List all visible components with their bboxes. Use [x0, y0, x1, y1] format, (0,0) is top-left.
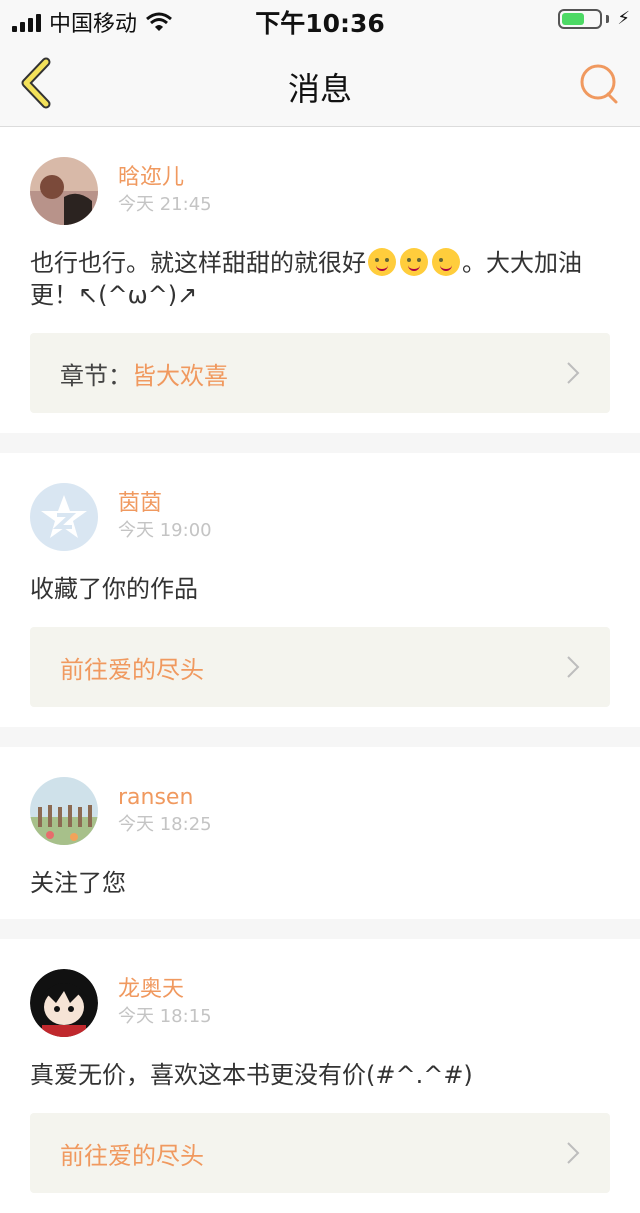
- message-content: 关注了您: [30, 869, 126, 897]
- avatar[interactable]: [30, 157, 98, 225]
- link-prefix: 章节：: [60, 361, 132, 390]
- message-card: ransen 今天 18:25 关注了您: [0, 747, 640, 919]
- message-content: 收藏了你的作品: [30, 575, 198, 603]
- link-text: 前往爱的尽头: [60, 1141, 204, 1170]
- battery-icon: [558, 8, 603, 29]
- page-title: 消息: [287, 70, 352, 108]
- message-card: 晗迩儿 今天 21:45 也行也行。就这样甜甜的就很好 。大大加油更！↖(^ω^)…: [0, 127, 640, 433]
- username[interactable]: ransen: [118, 784, 212, 812]
- chevron-right-icon: [567, 656, 580, 678]
- username[interactable]: 茵茵: [118, 490, 212, 518]
- charging-icon: ⚡: [617, 8, 630, 29]
- avatar[interactable]: [30, 483, 98, 551]
- link-text: 前往爱的尽头: [60, 655, 204, 684]
- message-content: 真爱无价，喜欢这本书更没有价(#^.^#): [30, 1061, 473, 1089]
- username[interactable]: 晗迩儿: [118, 164, 212, 192]
- timestamp: 今天 21:45: [118, 194, 212, 215]
- status-bar: 中国移动 下午10:36 ⚡: [0, 0, 640, 40]
- search-icon[interactable]: [578, 62, 622, 106]
- work-link[interactable]: 前往爱的尽头: [30, 627, 610, 707]
- timestamp: 今天 19:00: [118, 520, 212, 541]
- status-time: 下午10:36: [255, 9, 385, 38]
- chevron-right-icon: [567, 1142, 580, 1164]
- avatar[interactable]: [30, 777, 98, 845]
- message-text: 也行也行。就这样甜甜的就很好: [30, 249, 366, 277]
- wink-emoji-icon: [432, 248, 460, 276]
- link-text: 皆大欢喜: [132, 361, 228, 390]
- chapter-link[interactable]: 章节： 皆大欢喜: [30, 333, 610, 413]
- nav-bar: 消息: [0, 40, 640, 127]
- username[interactable]: 龙奥天: [118, 976, 212, 1004]
- message-card: 茵茵 今天 19:00 收藏了你的作品 前往爱的尽头: [0, 453, 640, 727]
- work-link[interactable]: 前往爱的尽头: [30, 1113, 610, 1193]
- timestamp: 今天 18:25: [118, 814, 212, 835]
- smile-emoji-icon: [368, 248, 396, 276]
- smile-emoji-icon: [400, 248, 428, 276]
- timestamp: 今天 18:15: [118, 1006, 212, 1027]
- avatar[interactable]: [30, 969, 98, 1037]
- chevron-right-icon: [567, 362, 580, 384]
- message-content: 也行也行。就这样甜甜的就很好 。大大加油更！↖(^ω^)↗: [30, 247, 610, 311]
- message-card: 龙奥天 今天 18:15 真爱无价，喜欢这本书更没有价(#^.^#) 前往爱的尽…: [0, 939, 640, 1213]
